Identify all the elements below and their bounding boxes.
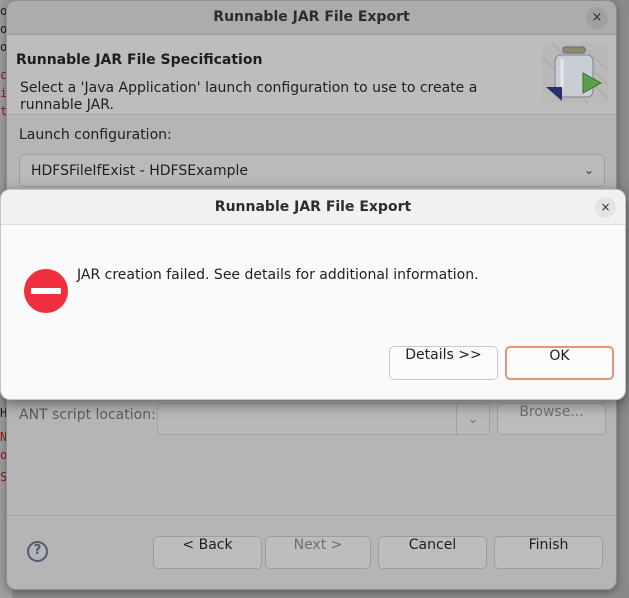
ant-script-input[interactable] bbox=[157, 403, 457, 435]
jar-wizard-icon bbox=[542, 43, 608, 103]
ant-script-label: ANT script location: bbox=[19, 407, 156, 423]
details-button[interactable]: Details >> bbox=[389, 346, 498, 380]
launch-configuration-value: HDFSFileIfExist - HDFSExample bbox=[31, 163, 248, 179]
wizard-titlebar: Runnable JAR File Export × bbox=[7, 1, 616, 35]
finish-button[interactable]: Finish bbox=[494, 536, 603, 569]
back-button[interactable]: < Back bbox=[153, 536, 262, 569]
error-message: JAR creation failed. See details for add… bbox=[77, 267, 479, 283]
launch-configuration-label: Launch configuration: bbox=[19, 127, 172, 143]
error-icon bbox=[24, 269, 68, 313]
chevron-down-icon: ⌄ bbox=[583, 163, 594, 177]
ok-button[interactable]: OK bbox=[505, 346, 614, 380]
wizard-title: Runnable JAR File Export bbox=[213, 9, 410, 25]
error-dialog-title: Runnable JAR File Export bbox=[214, 199, 412, 215]
chevron-down-icon[interactable]: ⌄ bbox=[456, 403, 490, 435]
next-button[interactable]: Next > bbox=[265, 536, 371, 569]
launch-configuration-select[interactable]: HDFSFileIfExist - HDFSExample ⌄ bbox=[19, 154, 605, 187]
error-dialog: Runnable JAR File Export × JAR creation … bbox=[0, 189, 626, 400]
wizard-header: Runnable JAR File Specification Select a… bbox=[7, 35, 616, 115]
error-dialog-titlebar: Runnable JAR File Export × bbox=[1, 190, 625, 225]
close-icon[interactable]: × bbox=[595, 197, 616, 218]
help-icon[interactable]: ? bbox=[27, 541, 48, 562]
page-description: Select a 'Java Application' launch confi… bbox=[20, 80, 478, 113]
cancel-button[interactable]: Cancel bbox=[378, 536, 487, 569]
page-title: Runnable JAR File Specification bbox=[16, 52, 263, 68]
browse-button[interactable]: Browse... bbox=[497, 403, 606, 435]
close-icon[interactable]: × bbox=[586, 7, 608, 29]
footer-divider bbox=[7, 515, 616, 516]
